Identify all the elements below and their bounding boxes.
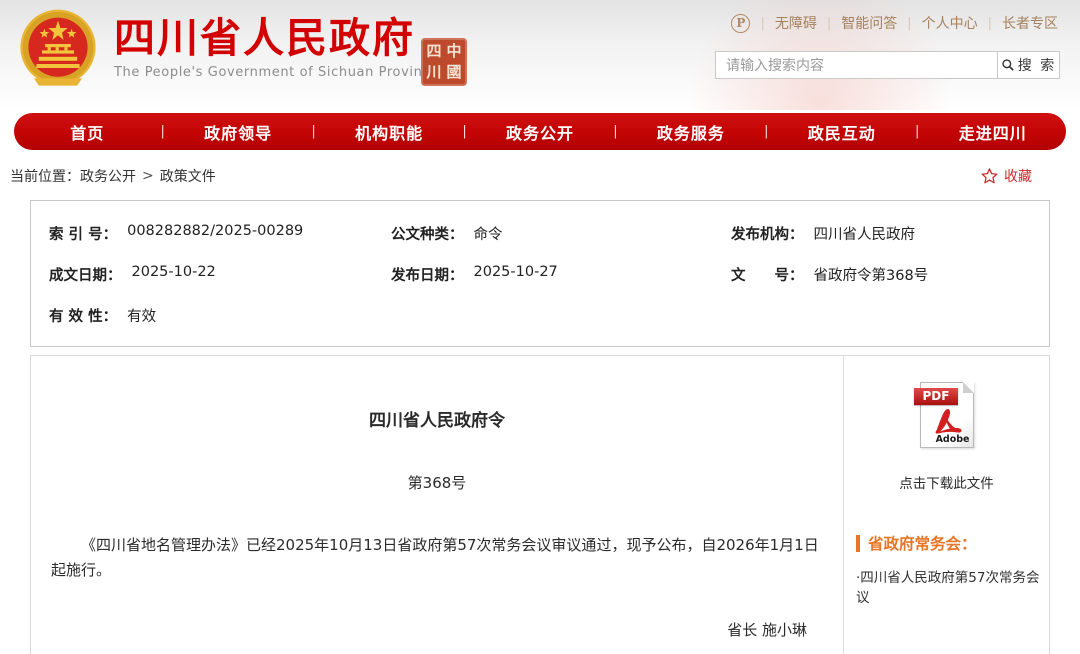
adobe-pdf-icon: PDF Adobe (920, 382, 974, 448)
meta-validity: 有 效 性： 有效 (49, 295, 391, 336)
link-accessibility[interactable]: 无障碍 (775, 13, 817, 33)
meta-publish-date: 发布日期： 2025-10-27 (391, 254, 731, 295)
document-order-number: 第368号 (51, 472, 823, 493)
link-senior-zone[interactable]: 长者专区 (1002, 13, 1058, 33)
favorite-button[interactable]: 收藏 (980, 166, 1032, 186)
section-title-label: 省政府常务会： (868, 532, 977, 554)
adobe-acrobat-swoosh-icon (927, 401, 967, 435)
search-input[interactable] (716, 52, 997, 78)
favorite-label: 收藏 (1004, 166, 1032, 186)
pdf-download-button[interactable]: PDF Adobe (844, 382, 1049, 448)
link-smart-qa[interactable]: 智能问答 (841, 13, 897, 33)
main-nav: 首页 | 政府领导 | 机构职能 | 政务公开 | 政务服务 | 政民互动 | … (14, 113, 1066, 150)
breadcrumb-label: 当前位置： (10, 166, 80, 186)
orange-bar-icon (856, 535, 860, 552)
search-icon (1001, 58, 1015, 72)
favorite-star-icon (980, 167, 999, 185)
meta-empty-cell (391, 295, 731, 336)
meta-doc-type: 公文种类： 命令 (391, 213, 731, 254)
search-bar: 搜 索 (715, 51, 1060, 79)
site-logo[interactable]: 四川省人民政府 The People's Government of Sichu… (18, 6, 439, 90)
site-subtitle: The People's Government of Sichuan Provi… (114, 65, 439, 80)
nav-home[interactable]: 首页 (14, 120, 161, 144)
nav-gov-leaders[interactable]: 政府领导 (165, 120, 312, 144)
meta-empty-cell (731, 295, 1049, 336)
seal-char: 國 (444, 62, 464, 83)
link-personal-center[interactable]: 个人中心 (922, 13, 978, 33)
link-separator: | (827, 16, 831, 31)
document-title: 四川省人民政府令 (51, 406, 823, 431)
link-separator: | (907, 16, 911, 31)
nav-gov-info[interactable]: 政务公开 (467, 120, 614, 144)
seal-char: 四 (424, 41, 444, 62)
document-content: 四川省人民政府令 第368号 《四川省地名管理办法》已经2025年10月13日省… (31, 356, 843, 654)
seal-char: 中 (444, 41, 464, 62)
document-metadata: 索 引 号： 008282882/2025-00289 公文种类： 命令 发布机… (30, 200, 1050, 347)
meta-doc-number: 文 号： 省政府令第368号 (731, 254, 1049, 295)
breadcrumb: 当前位置： 政务公开 > 政策文件 收藏 (0, 150, 1080, 198)
document-signer: 省长 施小琳 (51, 619, 823, 640)
meta-issuing-agency: 发布机构： 四川省人民政府 (731, 213, 1049, 254)
download-file-link[interactable]: 点击下载此文件 (844, 472, 1049, 492)
meta-index-number: 索 引 号： 008282882/2025-00289 (49, 213, 391, 254)
document-sidebar: PDF Adobe 点击下载此文件 省政府常务会： ·四川省人民政府第57次常务… (843, 356, 1049, 654)
nav-org-functions[interactable]: 机构职能 (316, 120, 463, 144)
meeting-link[interactable]: ·四川省人民政府第57次常务会议 (856, 566, 1049, 606)
search-button-label: 搜 索 (1018, 55, 1056, 75)
nav-about-sichuan[interactable]: 走进四川 (919, 120, 1066, 144)
china-seal-icon: 四 中 川 國 (421, 38, 467, 86)
header-utility-links: P | 无障碍 | 智能问答 | 个人中心 | 长者专区 (731, 13, 1058, 33)
link-separator: | (760, 16, 764, 31)
breadcrumb-separator: > (142, 168, 154, 184)
seal-char: 川 (424, 62, 444, 83)
link-separator: | (988, 16, 992, 31)
search-button[interactable]: 搜 索 (997, 52, 1059, 78)
executive-meeting-section: 省政府常务会： ·四川省人民政府第57次常务会议 (844, 532, 1049, 606)
document-container: 四川省人民政府令 第368号 《四川省地名管理办法》已经2025年10月13日省… (30, 355, 1050, 654)
site-title: 四川省人民政府 (114, 16, 439, 61)
breadcrumb-gov-info[interactable]: 政务公开 (80, 166, 136, 186)
national-emblem-icon (18, 6, 98, 90)
nav-interaction[interactable]: 政民互动 (769, 120, 916, 144)
circled-p-icon[interactable]: P (731, 14, 750, 33)
adobe-brand-label: Adobe (936, 434, 970, 445)
breadcrumb-policy-docs[interactable]: 政策文件 (160, 166, 216, 186)
nav-gov-services[interactable]: 政务服务 (618, 120, 765, 144)
document-body-text: 《四川省地名管理办法》已经2025年10月13日省政府第57次常务会议审议通过，… (51, 533, 823, 583)
section-title: 省政府常务会： (856, 532, 1049, 554)
page-fold-corner-icon (963, 382, 974, 393)
meta-written-date: 成文日期： 2025-10-22 (49, 254, 391, 295)
page-header: 四川省人民政府 The People's Government of Sichu… (0, 0, 1080, 110)
